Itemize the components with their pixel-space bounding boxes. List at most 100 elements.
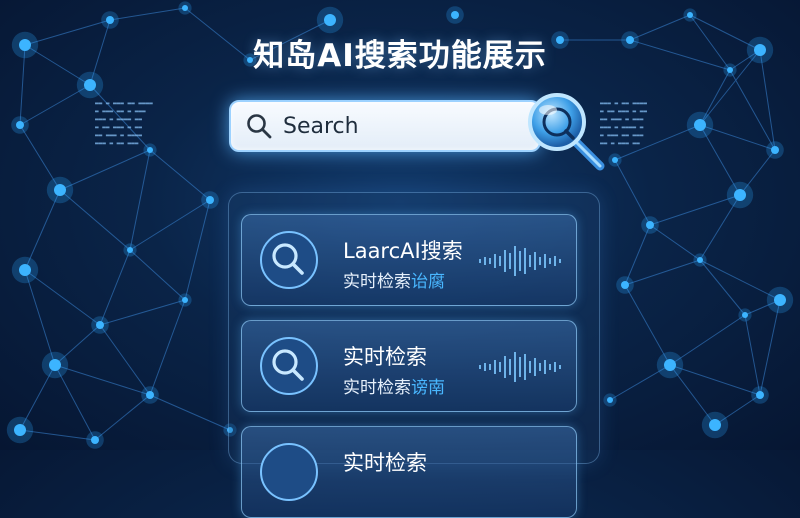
network-node xyxy=(687,12,693,18)
result-card[interactable]: 实时检索 xyxy=(241,426,577,518)
sound-wave-icon xyxy=(479,352,561,382)
wave-bar xyxy=(554,362,556,372)
network-link xyxy=(624,224,651,286)
wave-bar xyxy=(549,364,551,370)
network-node xyxy=(774,294,786,306)
network-node xyxy=(742,312,748,318)
network-link xyxy=(94,394,151,441)
wave-bar xyxy=(494,254,496,268)
network-node xyxy=(14,424,26,436)
network-node xyxy=(19,264,31,276)
wave-bar xyxy=(534,252,536,270)
network-link xyxy=(59,189,131,251)
data-strip-left: ▬▬ ▬ ▬▬▬ ▬▬ ▬▬▬▬ ▬ ▬▬▬ ▬▬ ▬ ▬▬▬ ▬▬▬ ▬ ▬▬▬▬… xyxy=(95,100,153,147)
wave-bar xyxy=(499,362,501,372)
wave-bar xyxy=(504,250,506,272)
result-highlight: 诒腐 xyxy=(411,272,445,292)
wave-bar xyxy=(544,360,546,374)
page-title: 知岛AI搜索功能展示 xyxy=(253,38,547,74)
search-bar[interactable] xyxy=(229,100,541,152)
network-link xyxy=(54,364,151,396)
network-link xyxy=(149,299,186,396)
network-link xyxy=(99,299,186,326)
result-title: 实时检索 xyxy=(343,345,427,369)
wave-bar xyxy=(489,364,491,370)
wave-bar xyxy=(524,248,526,274)
network-node xyxy=(96,321,104,329)
network-node xyxy=(612,157,618,163)
wave-bar xyxy=(514,246,516,276)
network-link xyxy=(184,199,211,301)
network-node xyxy=(646,221,654,229)
network-node xyxy=(91,436,99,444)
network-node xyxy=(106,16,114,24)
network-link xyxy=(99,324,151,396)
result-card[interactable]: LaarcAI搜索 实时检索诒腐 xyxy=(241,214,577,306)
result-card[interactable]: 实时检索 实时检索谤南 xyxy=(241,320,577,412)
network-node xyxy=(54,184,66,196)
network-node xyxy=(734,189,746,201)
network-link xyxy=(669,314,746,366)
network-node xyxy=(84,79,96,91)
wave-bar xyxy=(479,259,481,263)
network-node xyxy=(771,146,779,154)
wave-bar xyxy=(559,365,561,369)
wave-bar xyxy=(509,253,511,269)
result-subtitle: 实时检索诒腐 xyxy=(343,272,445,292)
wave-bar xyxy=(524,354,526,380)
network-node xyxy=(49,359,61,371)
network-node xyxy=(16,121,24,129)
wave-bar xyxy=(554,256,556,266)
network-link xyxy=(624,284,671,366)
wave-bar xyxy=(559,259,561,263)
wave-bar xyxy=(484,257,486,265)
wave-bar xyxy=(549,258,551,264)
wave-bar xyxy=(519,357,521,377)
network-node xyxy=(694,119,706,131)
result-title: 实时检索 xyxy=(343,451,427,475)
wave-bar xyxy=(479,365,481,369)
network-link xyxy=(129,249,186,301)
network-link xyxy=(624,259,701,286)
network-link xyxy=(669,364,761,396)
network-link xyxy=(129,199,211,251)
magnifier-icon[interactable] xyxy=(520,86,610,176)
network-node xyxy=(182,297,188,303)
network-link xyxy=(109,7,186,21)
network-link xyxy=(729,69,776,151)
network-node xyxy=(756,391,764,399)
search-icon xyxy=(260,443,318,501)
network-link xyxy=(649,224,701,261)
network-link xyxy=(699,259,781,301)
search-icon xyxy=(260,231,318,289)
wave-bar xyxy=(514,352,516,382)
result-title: LaarcAI搜索 xyxy=(343,239,463,263)
wave-bar xyxy=(519,251,521,271)
network-node xyxy=(621,281,629,289)
network-node xyxy=(607,397,613,403)
wave-bar xyxy=(509,359,511,375)
network-node xyxy=(182,5,188,11)
wave-bar xyxy=(499,256,501,266)
network-link xyxy=(59,149,151,191)
network-node xyxy=(146,391,154,399)
search-icon xyxy=(260,337,318,395)
search-input[interactable] xyxy=(281,112,525,140)
network-link xyxy=(699,259,746,316)
network-link xyxy=(99,249,131,326)
network-link xyxy=(24,269,101,326)
sound-wave-icon xyxy=(479,246,561,276)
wave-bar xyxy=(544,254,546,268)
network-node xyxy=(324,14,336,26)
wave-bar xyxy=(494,360,496,374)
network-link xyxy=(614,159,651,226)
network-node xyxy=(206,196,214,204)
wave-bar xyxy=(489,258,491,264)
wave-bar xyxy=(504,356,506,378)
network-node xyxy=(709,419,721,431)
wave-bar xyxy=(529,361,531,373)
network-node xyxy=(127,247,133,253)
network-node xyxy=(697,257,703,263)
wave-bar xyxy=(529,255,531,267)
network-link xyxy=(149,394,231,431)
